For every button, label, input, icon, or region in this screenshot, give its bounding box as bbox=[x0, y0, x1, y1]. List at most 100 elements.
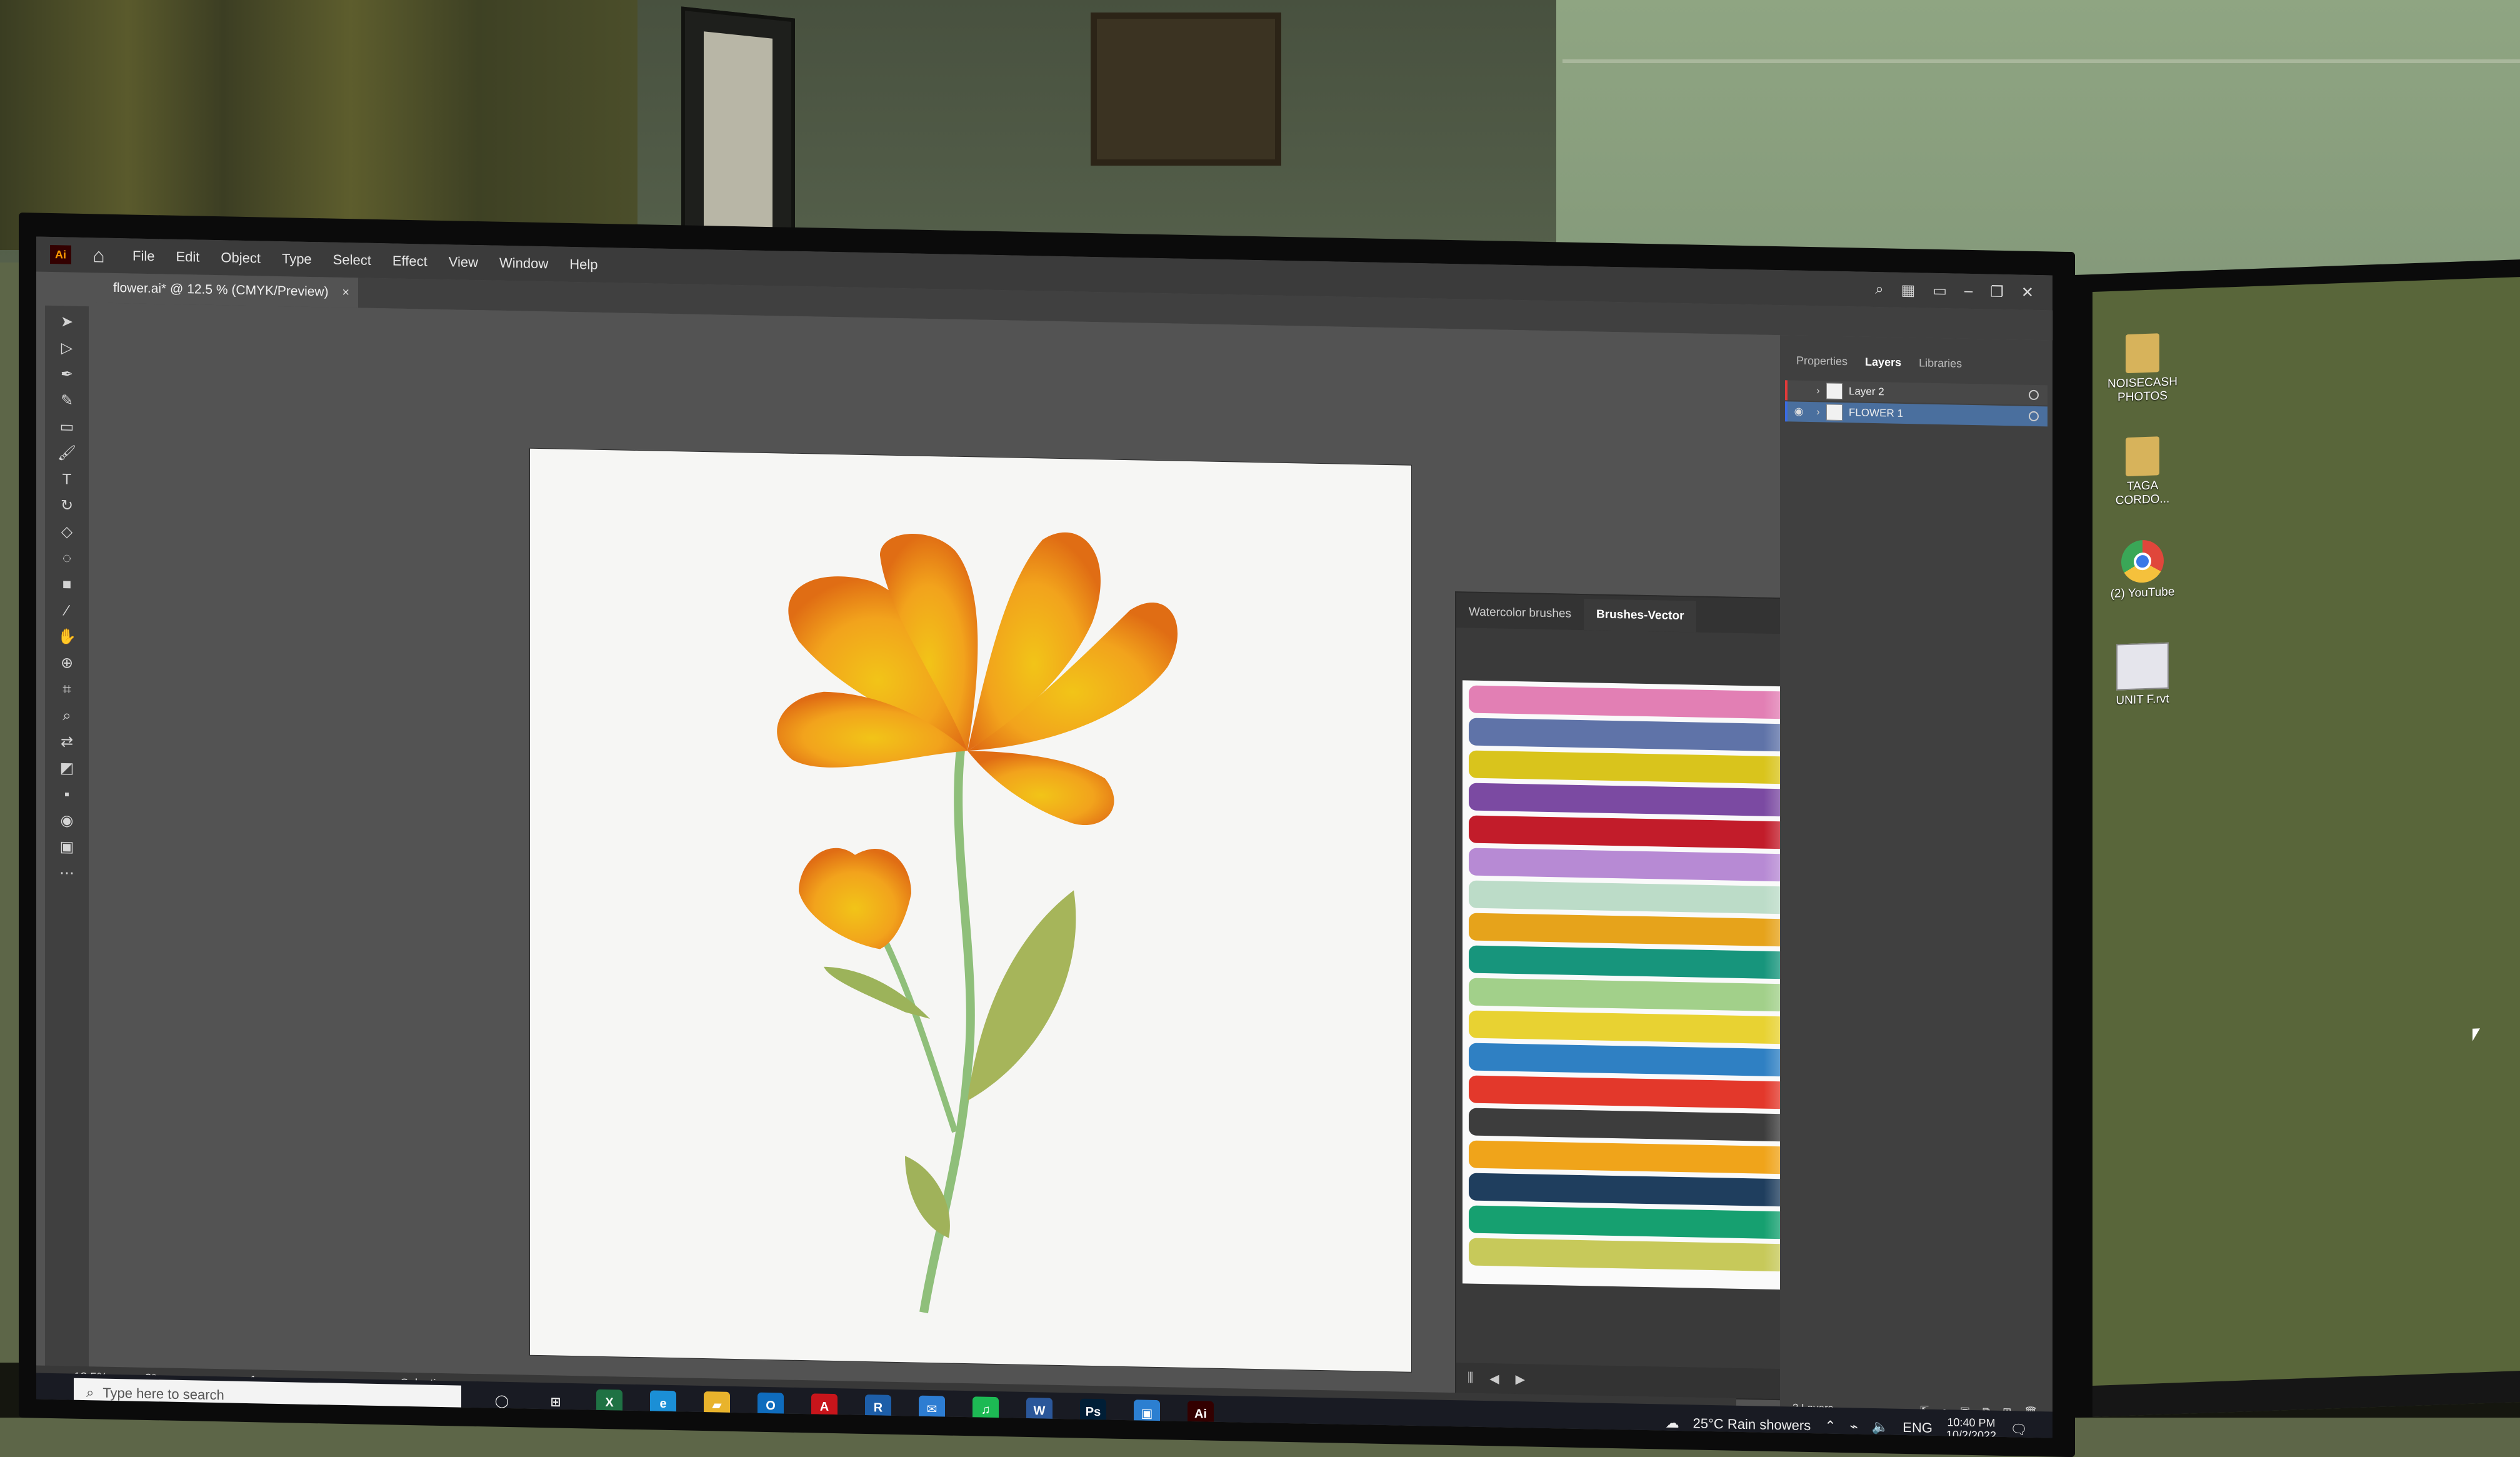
widgets-icon[interactable]: ⊞ bbox=[542, 1388, 569, 1415]
tab-close-icon[interactable]: × bbox=[342, 285, 349, 299]
mail-icon[interactable]: ✉ bbox=[919, 1395, 945, 1423]
folder-icon bbox=[2126, 333, 2159, 374]
layers-panel: Properties Layers Libraries › Layer 2 ◉ › FLOW… bbox=[1780, 335, 2052, 1438]
word-icon[interactable]: W bbox=[1026, 1397, 1052, 1424]
menu-type[interactable]: Type bbox=[282, 251, 312, 268]
explorer-icon[interactable]: ▰ bbox=[704, 1391, 730, 1418]
menu-help[interactable]: Help bbox=[569, 256, 598, 273]
puppet-warp-tool-icon[interactable]: ✋ bbox=[54, 627, 79, 648]
swap-colors-icon[interactable]: ⇄ bbox=[54, 732, 79, 753]
outlook-icon[interactable]: O bbox=[758, 1392, 784, 1419]
zoom-tool-icon[interactable]: ⌕ bbox=[54, 706, 79, 726]
visibility-eye-icon[interactable] bbox=[1788, 390, 1810, 391]
folder-icon bbox=[2126, 436, 2159, 477]
desktop-icons: NOISECASH PHOTOS TAGA CORDO... (2) YouTube… bbox=[2092, 277, 2520, 708]
volume-icon[interactable]: 🔈 bbox=[1872, 1419, 1889, 1436]
search-icon[interactable]: ⌕ bbox=[1875, 281, 1883, 299]
ceiling-line bbox=[1562, 59, 2520, 63]
shape-builder-tool-icon[interactable]: ⊕ bbox=[54, 653, 79, 674]
desktop-icon[interactable]: TAGA CORDO... bbox=[2105, 436, 2180, 508]
layer-row[interactable]: ◉ › FLOWER 1 bbox=[1785, 401, 2048, 427]
desktop-icon[interactable]: (2) YouTube bbox=[2105, 539, 2180, 601]
paintbrush-tool-icon[interactable]: 🖌 bbox=[54, 443, 79, 464]
type-tool-icon[interactable]: T bbox=[54, 469, 79, 490]
photoshop-icon[interactable]: Ps bbox=[1080, 1398, 1106, 1426]
fill-stroke-icon[interactable]: ◩ bbox=[54, 758, 79, 779]
tab-libraries[interactable]: Libraries bbox=[1919, 356, 1962, 382]
layer-name[interactable]: Layer 2 bbox=[1849, 385, 1884, 398]
menu-edit[interactable]: Edit bbox=[176, 249, 199, 266]
previous-library-icon[interactable]: ◀ bbox=[1489, 1371, 1499, 1386]
target-circle-icon[interactable] bbox=[2029, 389, 2039, 401]
home-icon[interactable]: ⌂ bbox=[86, 243, 111, 268]
document-tab[interactable]: flower.ai* @ 12.5 % (CMYK/Preview) × bbox=[96, 273, 358, 308]
edge-icon[interactable]: e bbox=[650, 1390, 676, 1418]
layer-thumbnail bbox=[1826, 383, 1842, 400]
color-modes-icon[interactable]: ▪ bbox=[54, 784, 79, 805]
network-icon[interactable]: ⌁ bbox=[1850, 1418, 1858, 1434]
taskbar-search[interactable]: ⌕ Type here to search bbox=[74, 1378, 461, 1414]
tab-layers[interactable]: Layers bbox=[1865, 356, 1901, 381]
rvt-icon bbox=[2116, 642, 2169, 691]
main-screen: Ai ⌂ File Edit Object Type Select Effect View W… bbox=[36, 236, 2052, 1438]
illustrator-icon[interactable]: Ai bbox=[1188, 1400, 1214, 1428]
gradient-tool-icon[interactable]: ■ bbox=[54, 574, 79, 595]
next-library-icon[interactable]: ▶ bbox=[1516, 1371, 1525, 1386]
menu-effect[interactable]: Effect bbox=[392, 253, 428, 269]
more-tools-icon[interactable]: ⋯ bbox=[54, 863, 79, 884]
artboard-tool-icon[interactable]: ⌗ bbox=[54, 679, 79, 700]
rotate-tool-icon[interactable]: ↻ bbox=[54, 496, 79, 516]
desktop-icon[interactable]: UNIT F.rvt bbox=[2105, 642, 2180, 708]
desktop-icon-label: UNIT F.rvt bbox=[2116, 692, 2169, 708]
rectangle-tool-icon[interactable]: ▭ bbox=[54, 417, 79, 438]
notification-icon[interactable]: 🗨 bbox=[2010, 1421, 2028, 1438]
tab-brushes-vector[interactable]: Brushes-Vector bbox=[1584, 599, 1697, 633]
menu-object[interactable]: Object bbox=[221, 249, 261, 266]
flower-artwork[interactable] bbox=[530, 449, 1411, 1372]
spotify-icon[interactable]: ♫ bbox=[972, 1396, 999, 1424]
menu-select[interactable]: Select bbox=[333, 252, 371, 269]
close-icon[interactable]: ✕ bbox=[2021, 283, 2034, 301]
photos-icon[interactable]: ▣ bbox=[1134, 1399, 1160, 1427]
selection-tool-icon[interactable]: ➤ bbox=[54, 312, 79, 333]
language-indicator[interactable]: ENG bbox=[1902, 1419, 1932, 1436]
menu-file[interactable]: File bbox=[132, 248, 154, 264]
tab-properties[interactable]: Properties bbox=[1796, 354, 1848, 381]
chrome-icon bbox=[2121, 539, 2164, 584]
curvature-tool-icon[interactable]: ✎ bbox=[54, 391, 79, 411]
eraser-tool-icon[interactable]: ◇ bbox=[54, 522, 79, 543]
expand-chevron-icon[interactable]: › bbox=[1810, 406, 1826, 418]
workspace-icon[interactable]: ▭ bbox=[1932, 281, 1947, 299]
artboard[interactable] bbox=[530, 448, 1411, 1372]
restore-icon[interactable]: ❐ bbox=[1990, 283, 2004, 301]
canvas-area[interactable]: Watercolor brushesBrushes-Vector ✕ ⫼ ◀ ▶… bbox=[92, 303, 1858, 1417]
draw-mode-icon[interactable]: ◉ bbox=[54, 811, 79, 831]
main-monitor: Ai ⌂ File Edit Object Type Select Effect View W… bbox=[19, 213, 2075, 1457]
desktop-icon[interactable]: NOISECASH PHOTOS bbox=[2105, 333, 2180, 405]
target-circle-icon[interactable] bbox=[2029, 411, 2039, 422]
clock[interactable]: 10:40 PM 10/2/2022 bbox=[1946, 1416, 1996, 1438]
weather-text[interactable]: 25°C Rain showers bbox=[1693, 1415, 1811, 1434]
layer-name[interactable]: FLOWER 1 bbox=[1849, 406, 1903, 420]
visibility-eye-icon[interactable]: ◉ bbox=[1788, 405, 1810, 418]
minimize-icon[interactable]: – bbox=[1964, 282, 1972, 300]
eyedropper-tool-icon[interactable]: ⁄ bbox=[54, 601, 79, 621]
menu-view[interactable]: View bbox=[449, 254, 478, 271]
menu-window[interactable]: Window bbox=[499, 255, 548, 273]
arrange-icon[interactable]: ▦ bbox=[1901, 281, 1916, 299]
screen-mode-icon[interactable]: ▣ bbox=[54, 837, 79, 858]
pen-tool-icon[interactable]: ✒ bbox=[54, 364, 79, 385]
task-view-icon[interactable]: ◯ bbox=[489, 1387, 515, 1414]
lasso-tool-icon[interactable]: ◌ bbox=[54, 548, 79, 569]
layer-row[interactable]: › Layer 2 bbox=[1785, 380, 2048, 406]
revit-icon[interactable]: R bbox=[865, 1394, 891, 1421]
chevron-up-icon[interactable]: ⌃ bbox=[1824, 1418, 1836, 1434]
layers-panel-tabs: Properties Layers Libraries bbox=[1780, 335, 2052, 384]
expand-chevron-icon[interactable]: › bbox=[1810, 384, 1826, 397]
second-screen: NOISECASH PHOTOS TAGA CORDO... (2) YouTube… bbox=[2092, 277, 2520, 1417]
acrobat-icon[interactable]: A bbox=[811, 1393, 838, 1421]
tab-watercolor-brushes[interactable]: Watercolor brushes bbox=[1456, 605, 1584, 630]
brush-library-menu-icon[interactable]: ⫼ bbox=[1468, 1371, 1473, 1385]
direct-selection-tool-icon[interactable]: ▷ bbox=[54, 338, 79, 359]
excel-icon[interactable]: X bbox=[596, 1389, 622, 1416]
